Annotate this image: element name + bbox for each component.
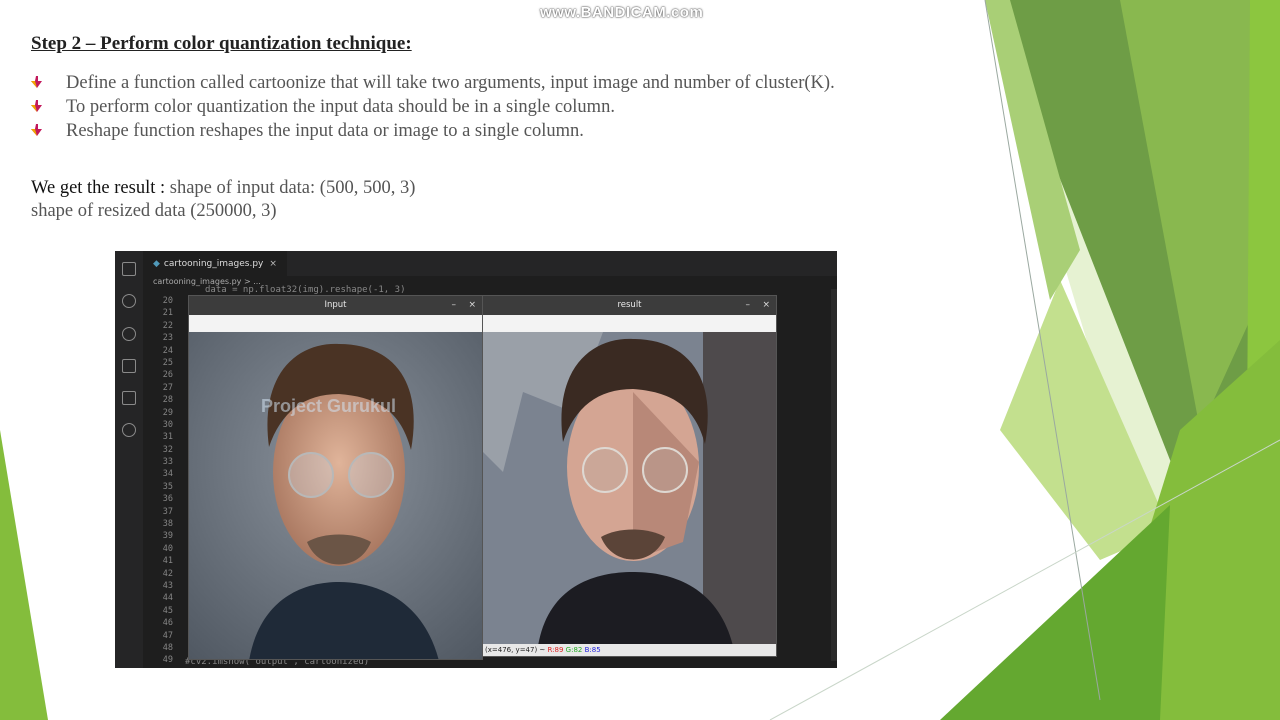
- source-control-icon[interactable]: [122, 327, 136, 341]
- close-icon[interactable]: ×: [762, 296, 770, 315]
- status-red: R:89: [547, 646, 564, 654]
- line-number: 41: [162, 556, 173, 567]
- line-number: 45: [162, 605, 173, 616]
- line-number: 36: [162, 494, 173, 505]
- line-number: 24: [162, 345, 173, 356]
- search-icon[interactable]: [122, 294, 136, 308]
- line-number: 23: [162, 333, 173, 344]
- status-blue: B:85: [584, 646, 601, 654]
- arrow-bullet-icon: [31, 76, 42, 88]
- slide-heading: Step 2 – Perform color quantization tech…: [31, 33, 412, 54]
- watermark-text: Project Gurukul: [261, 396, 397, 416]
- line-number: 31: [162, 432, 173, 443]
- bullet-text: Define a function called cartoonize that…: [66, 73, 835, 93]
- status-coords: (x=476, y=47) ~: [485, 646, 548, 654]
- tab-cartooning-images[interactable]: ◆ cartooning_images.py ×: [143, 251, 287, 276]
- line-number: 20: [162, 296, 173, 306]
- extensions-icon[interactable]: [122, 391, 136, 405]
- close-icon[interactable]: ×: [468, 296, 476, 315]
- minimize-icon[interactable]: –: [452, 296, 457, 315]
- input-photo: Project Gurukul: [189, 332, 482, 659]
- line-number: 28: [162, 395, 173, 406]
- input-window-toolbar: [189, 315, 482, 332]
- code-line: data = np.float32(img).reshape(-1, 3): [205, 285, 406, 295]
- tab-close-icon[interactable]: ×: [269, 259, 277, 269]
- run-debug-icon[interactable]: [122, 359, 136, 373]
- line-number: 40: [162, 543, 173, 554]
- minimize-icon[interactable]: –: [746, 296, 751, 315]
- line-number-gutter: 20 21 22 23 24 25 26 27 28 29 30 31 32 33 34 35 36 37 38 39…: [143, 295, 173, 667]
- line-number: 26: [162, 370, 173, 381]
- line-number: 37: [162, 506, 173, 517]
- bullet-list: Define a function called cartoonize that…: [31, 71, 835, 143]
- arrow-bullet-icon: [31, 124, 42, 136]
- result-photo: [483, 332, 776, 644]
- line-number: 35: [162, 481, 173, 492]
- bullet-item: Define a function called cartoonize that…: [31, 71, 835, 95]
- files-icon[interactable]: [122, 262, 136, 276]
- result-lead: We get the result :: [31, 178, 170, 198]
- result-window[interactable]: result – × (x=476, y=47) ~ R:89 G:82 B:8…: [482, 295, 777, 657]
- line-number: 33: [162, 457, 173, 468]
- editor-scrollbar[interactable]: [831, 289, 837, 661]
- bullet-text: Reshape function reshapes the input data…: [66, 121, 584, 141]
- cartoon-portrait-image: [483, 332, 776, 644]
- tab-label: cartooning_images.py: [163, 259, 264, 269]
- input-window[interactable]: Input – × Project Gurukul: [188, 295, 483, 660]
- line-number: 47: [162, 630, 173, 641]
- line-number: 25: [162, 357, 173, 368]
- bullet-item: Reshape function reshapes the input data…: [31, 119, 835, 143]
- arrow-bullet-icon: [31, 100, 42, 112]
- line-number: 21: [162, 308, 173, 319]
- bullet-item: To perform color quantization the input …: [31, 95, 835, 119]
- activity-bar: [115, 251, 143, 668]
- result-window-title: result: [483, 296, 776, 315]
- line-number: 34: [162, 469, 173, 480]
- result-resized-shape: shape of resized data (250000, 3): [31, 201, 277, 221]
- pixel-status-bar: (x=476, y=47) ~ R:89 G:82 B:85: [483, 644, 776, 656]
- portrait-image: [189, 332, 482, 659]
- line-number: 30: [162, 419, 173, 430]
- line-number: 48: [162, 642, 173, 653]
- result-line-1: We get the result : shape of input data:…: [31, 178, 415, 199]
- status-green: G:82: [565, 646, 583, 654]
- line-number: 22: [162, 320, 173, 331]
- github-icon[interactable]: [122, 423, 136, 437]
- line-number: 38: [162, 519, 173, 530]
- line-number: 27: [162, 382, 173, 393]
- result-input-shape: shape of input data: (500, 500, 3): [169, 178, 416, 198]
- line-number: 49: [162, 655, 173, 666]
- line-number: 29: [162, 407, 173, 418]
- line-number: 43: [162, 580, 173, 591]
- bandicam-watermark: www.BANDICAM.com: [540, 4, 704, 21]
- line-number: 42: [162, 568, 173, 579]
- line-number: 32: [162, 444, 173, 455]
- bullet-text: To perform color quantization the input …: [66, 97, 615, 117]
- python-file-icon: ◆: [153, 259, 160, 269]
- editor-tabbar: ◆ cartooning_images.py ×: [143, 251, 837, 276]
- line-number: 46: [162, 618, 173, 629]
- ide-screenshot: ◆ cartooning_images.py × cartooning_images…: [115, 251, 837, 668]
- line-number: 44: [162, 593, 173, 604]
- line-number: 39: [162, 531, 173, 542]
- result-window-toolbar: [483, 315, 776, 332]
- input-window-title: Input: [189, 296, 482, 315]
